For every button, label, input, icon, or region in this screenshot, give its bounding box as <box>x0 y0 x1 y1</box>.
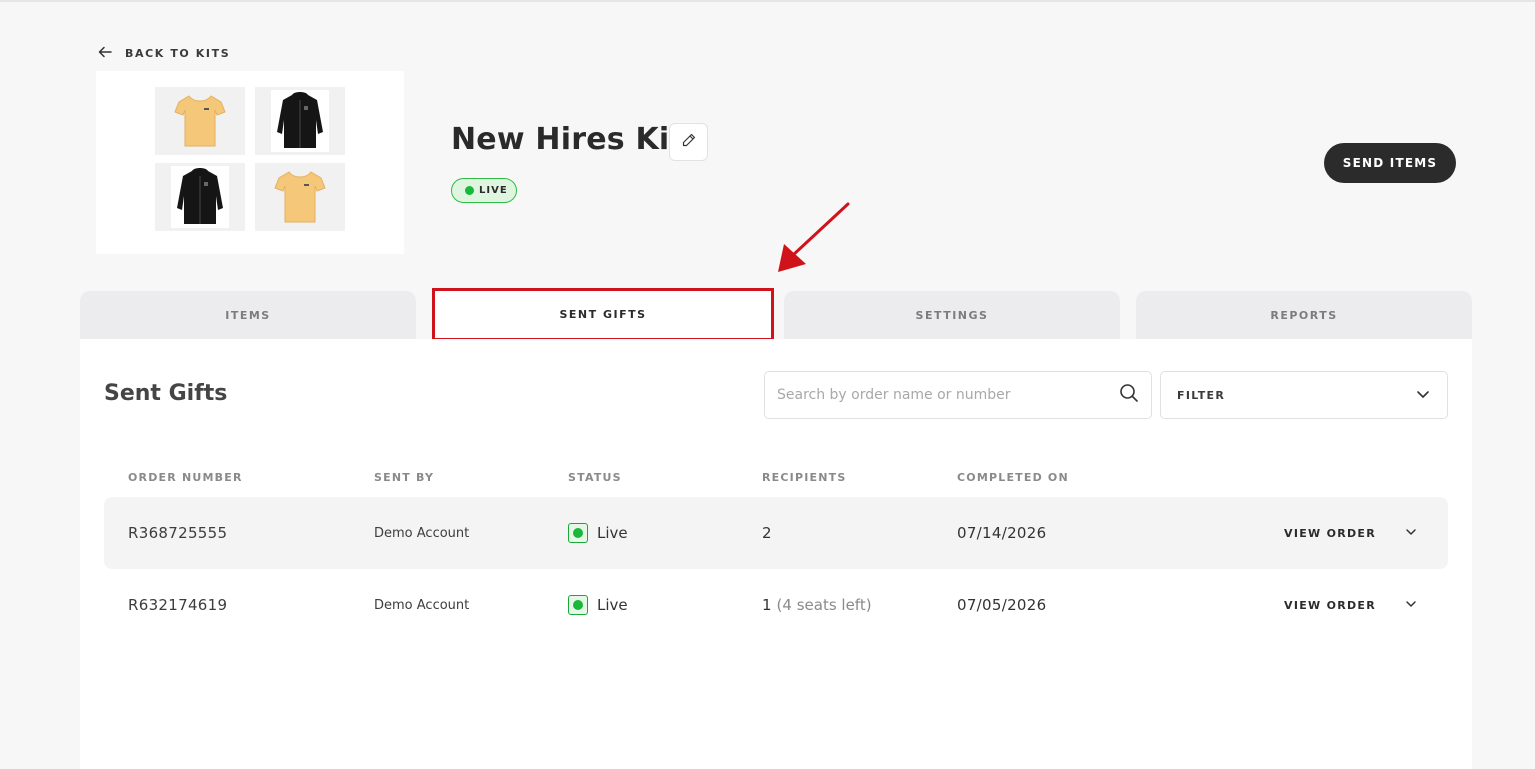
kit-product-thumb-hoodie <box>155 163 245 231</box>
back-to-kits-link[interactable]: BACK TO KITS <box>97 44 230 63</box>
status-label: Live <box>597 596 628 614</box>
filter-label: FILTER <box>1177 388 1226 402</box>
chevron-down-icon <box>1404 524 1418 543</box>
tab-reports[interactable]: REPORTS <box>1136 291 1472 339</box>
annotation-arrow-icon <box>778 202 850 272</box>
black-hoodie-image <box>171 166 229 228</box>
kit-product-thumb-hoodie <box>255 87 345 155</box>
arrow-left-icon <box>97 44 113 63</box>
view-order-button[interactable]: VIEW ORDER <box>1284 497 1376 569</box>
recipients-count: 1 (4 seats left) <box>762 569 872 641</box>
yellow-tshirt-image <box>174 95 226 147</box>
column-header-completed-on: COMPLETED ON <box>957 471 1069 484</box>
seats-left-note: (4 seats left) <box>776 596 872 614</box>
kit-status-badge: LIVE <box>451 178 517 203</box>
chevron-down-icon <box>1415 386 1431 405</box>
status-dot-icon <box>465 186 474 195</box>
pencil-icon <box>681 132 697 152</box>
search-input[interactable] <box>777 387 1119 403</box>
live-status-icon <box>568 523 588 543</box>
status-label: Live <box>597 524 628 542</box>
edit-kit-button[interactable] <box>669 123 708 161</box>
kit-status-label: LIVE <box>479 185 508 196</box>
column-header-sent-by: SENT BY <box>374 471 435 484</box>
filter-dropdown[interactable]: FILTER <box>1160 371 1448 419</box>
sent-by: Demo Account <box>374 597 470 613</box>
order-status: Live <box>568 569 628 641</box>
section-title: Sent Gifts <box>104 381 228 406</box>
kit-image-grid <box>96 71 404 254</box>
sent-by: Demo Account <box>374 525 470 541</box>
recipients-count: 2 <box>762 497 772 569</box>
recipients-value: 1 <box>762 596 772 614</box>
send-items-button[interactable]: SEND ITEMS <box>1324 143 1456 183</box>
tab-settings[interactable]: SETTINGS <box>784 291 1120 339</box>
completed-on-date: 07/05/2026 <box>957 596 1047 614</box>
tab-sent-gifts[interactable]: SENT GIFTS <box>432 288 774 341</box>
live-status-icon <box>568 595 588 615</box>
expand-row-button[interactable] <box>1404 497 1418 569</box>
table-row[interactable]: R368725555 Demo Account Live 2 07/14/202… <box>104 497 1448 569</box>
view-order-button[interactable]: VIEW ORDER <box>1284 569 1376 641</box>
completed-on-date: 07/14/2026 <box>957 524 1047 542</box>
kit-product-thumb-tshirt <box>255 163 345 231</box>
back-to-kits-label: BACK TO KITS <box>125 47 231 60</box>
search-icon[interactable] <box>1119 383 1139 407</box>
order-status: Live <box>568 497 628 569</box>
black-hoodie-image <box>271 90 329 152</box>
recipients-value: 2 <box>762 524 772 542</box>
column-header-order-number: ORDER NUMBER <box>128 471 243 484</box>
top-divider <box>0 0 1535 2</box>
chevron-down-icon <box>1404 596 1418 615</box>
order-number: R368725555 <box>128 524 228 542</box>
column-header-status: STATUS <box>568 471 622 484</box>
order-number: R632174619 <box>128 596 228 614</box>
sent-gifts-panel: Sent Gifts FILTER ORDER NUMBER SENT BY S… <box>80 339 1472 769</box>
yellow-tshirt-image <box>274 171 326 223</box>
tab-items[interactable]: ITEMS <box>80 291 416 339</box>
kit-product-thumb-tshirt <box>155 87 245 155</box>
column-header-recipients: RECIPIENTS <box>762 471 847 484</box>
kit-title: New Hires Kit <box>451 122 684 157</box>
table-row[interactable]: R632174619 Demo Account Live 1 (4 seats … <box>104 569 1448 641</box>
search-box <box>764 371 1152 419</box>
expand-row-button[interactable] <box>1404 569 1418 641</box>
